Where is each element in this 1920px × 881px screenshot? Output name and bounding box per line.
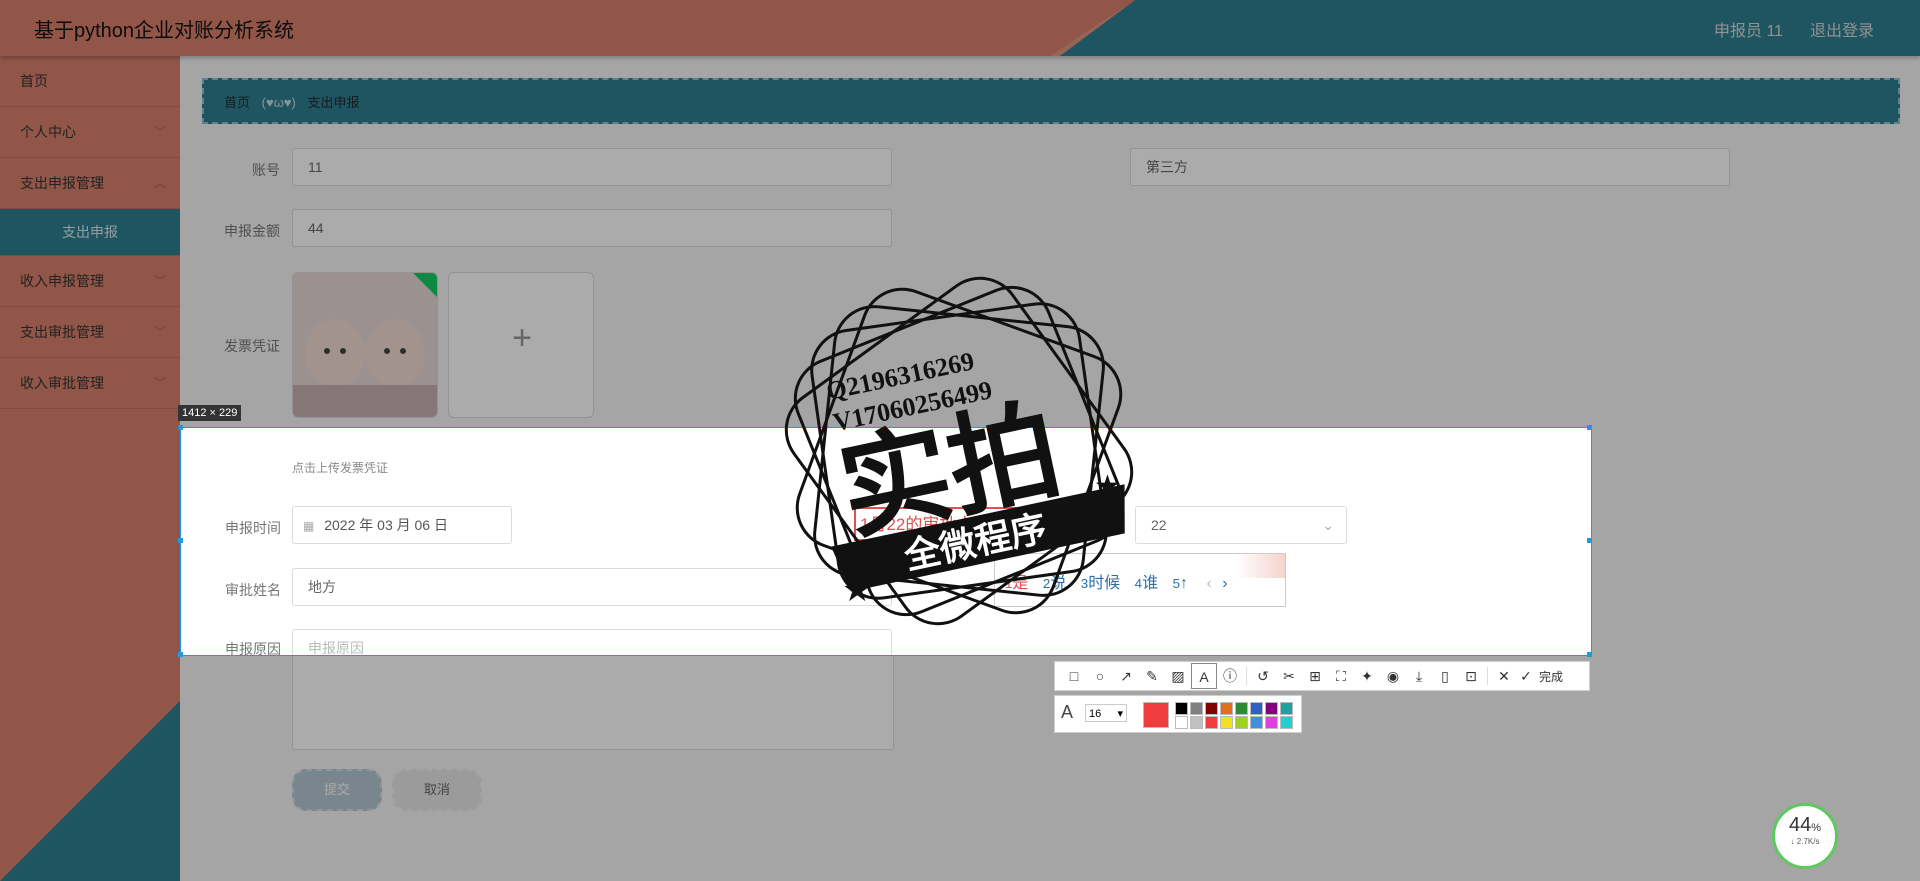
calendar-icon: ▦ <box>303 519 315 533</box>
watermark-stamp: Q2196316269 V17060256499 实拍 全微程序 ★ ★ <box>784 276 1134 626</box>
star-icon: ★ <box>842 571 872 609</box>
text-style-palette: A 16 ▾ <box>1054 695 1302 733</box>
color-swatch[interactable] <box>1265 702 1278 715</box>
selection-handle[interactable] <box>178 652 183 657</box>
speed-rate: ↓ 2.7K/s <box>1790 837 1820 846</box>
color-swatch[interactable] <box>1205 702 1218 715</box>
scroll-icon[interactable]: ⛶ <box>1328 663 1354 689</box>
translate-icon[interactable]: ⊞ <box>1302 663 1328 689</box>
color-swatch[interactable] <box>1265 716 1278 729</box>
save-icon[interactable]: ▯ <box>1432 663 1458 689</box>
approver-name-label: 审批姓名 <box>225 582 281 598</box>
ime-skin-decor <box>1235 554 1285 578</box>
chevron-left-icon[interactable]: ‹ <box>1206 575 1211 592</box>
font-size-select[interactable]: 16 ▾ <box>1085 704 1127 722</box>
mosaic-icon[interactable]: ▨ <box>1165 663 1191 689</box>
color-swatch[interactable] <box>1235 716 1248 729</box>
color-swatch[interactable] <box>1175 716 1188 729</box>
star-icon: ★ <box>1094 470 1121 503</box>
ellipse-icon[interactable]: ○ <box>1087 663 1113 689</box>
color-swatch[interactable] <box>1190 716 1203 729</box>
font-size-value: 16 <box>1089 708 1102 720</box>
chevron-down-icon: ⌄ <box>1322 517 1334 533</box>
network-speed-widget[interactable]: 44% ↓ 2.7K/s <box>1772 803 1838 869</box>
color-swatch[interactable] <box>1235 702 1248 715</box>
invoice-hint: 点击上传发票凭证 <box>292 461 389 475</box>
color-swatch[interactable] <box>1250 702 1263 715</box>
record-icon[interactable]: ◉ <box>1380 663 1406 689</box>
checkmark-icon[interactable]: ✓ <box>1517 663 1535 689</box>
text-icon[interactable]: A <box>1191 663 1217 689</box>
undo-icon[interactable]: ↺ <box>1250 663 1276 689</box>
ime-candidate[interactable]: 5↑ <box>1173 575 1188 592</box>
color-swatch[interactable] <box>1205 716 1218 729</box>
rect-icon[interactable]: □ <box>1061 663 1087 689</box>
selection-handle[interactable] <box>1587 652 1592 657</box>
bookmark-icon[interactable]: ⊡ <box>1458 663 1484 689</box>
toolbar-divider <box>1487 667 1488 685</box>
pen-icon[interactable]: ✎ <box>1139 663 1165 689</box>
date-picker[interactable]: ▦ 2022 年 03 月 06 日 <box>292 506 512 544</box>
color-swatch[interactable] <box>1220 716 1233 729</box>
chevron-right-icon[interactable]: › <box>1222 575 1227 592</box>
date-value: 2022 年 03 月 06 日 <box>324 517 448 533</box>
reason-label: 申报原因 <box>225 641 281 656</box>
font-icon: A <box>1061 702 1074 722</box>
current-color[interactable] <box>1143 702 1169 728</box>
arrow-icon[interactable]: ↗ <box>1113 663 1139 689</box>
date-label: 申报时间 <box>225 520 281 536</box>
speed-unit: % <box>1811 822 1822 834</box>
speed-percent: 44 <box>1788 814 1812 836</box>
selection-handle[interactable] <box>178 538 183 543</box>
close-icon[interactable]: ✕ <box>1491 663 1517 689</box>
selection-handle[interactable] <box>1587 538 1592 543</box>
serial-icon[interactable]: ⓘ <box>1217 663 1243 689</box>
color-swatch[interactable] <box>1175 702 1188 715</box>
selection-size-label: 1412 × 229 <box>178 405 242 421</box>
download-icon[interactable]: ⤓ <box>1406 663 1432 689</box>
color-swatch[interactable] <box>1250 716 1263 729</box>
selection-handle[interactable] <box>1587 425 1592 430</box>
toolbar-divider <box>1246 667 1247 685</box>
selection-handle[interactable] <box>178 425 183 430</box>
color-swatch[interactable] <box>1190 702 1203 715</box>
color-swatch[interactable] <box>1280 716 1293 729</box>
done-button[interactable]: 完成 <box>1539 668 1563 685</box>
color-swatch[interactable] <box>1280 702 1293 715</box>
screenshot-toolbar: □ ○ ↗ ✎ ▨ A ⓘ ↺ ✂ ⊞ ⛶ ✦ ◉ ⤓ ▯ ⊡ ✕ ✓ 完成 <box>1054 661 1590 691</box>
pin-icon[interactable]: ✦ <box>1354 663 1380 689</box>
ocr-icon[interactable]: ✂ <box>1276 663 1302 689</box>
caret-down-icon: ▾ <box>1117 708 1123 720</box>
color-swatch[interactable] <box>1220 702 1233 715</box>
